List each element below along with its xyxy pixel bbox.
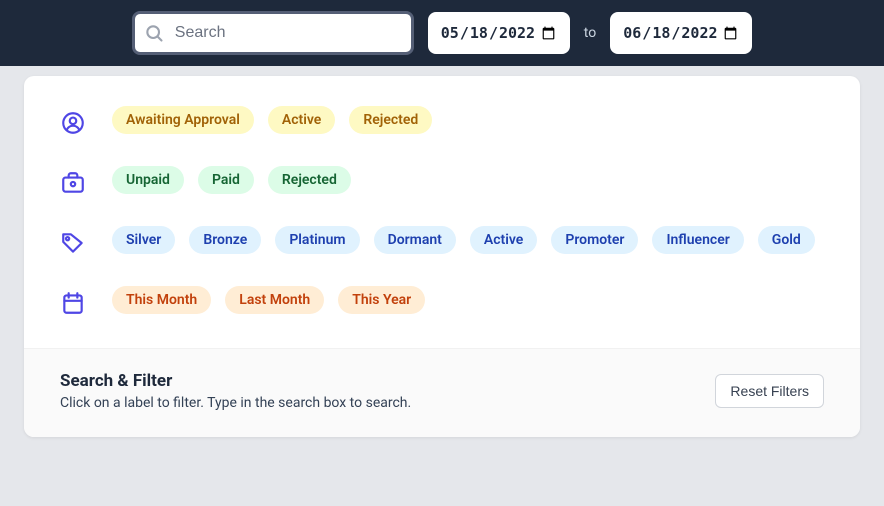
chip-silver[interactable]: Silver <box>112 226 175 254</box>
chip-paid[interactable]: Paid <box>198 166 254 194</box>
footer-text: Search & Filter Click on a label to filt… <box>60 371 411 411</box>
reset-filters-button[interactable]: Reset Filters <box>715 374 824 408</box>
user-circle-icon <box>60 110 86 136</box>
tag-icon <box>60 230 86 256</box>
calendar-icon <box>60 290 86 316</box>
chip-this-year[interactable]: This Year <box>338 286 425 314</box>
chip-influencer[interactable]: Influencer <box>652 226 743 254</box>
footer-title: Search & Filter <box>60 371 411 391</box>
chip-bronze[interactable]: Bronze <box>189 226 261 254</box>
footer-subtitle: Click on a label to filter. Type in the … <box>60 395 411 411</box>
filter-row-approval: Awaiting Approval Active Rejected <box>60 106 824 136</box>
payment-chips: Unpaid Paid Rejected <box>112 166 351 194</box>
chip-tag-active[interactable]: Active <box>470 226 537 254</box>
chip-payment-rejected[interactable]: Rejected <box>268 166 351 194</box>
chip-active[interactable]: Active <box>268 106 335 134</box>
chip-dormant[interactable]: Dormant <box>374 226 456 254</box>
card-footer: Search & Filter Click on a label to filt… <box>24 348 860 437</box>
header-bar: to <box>0 0 884 66</box>
tag-chips: Silver Bronze Platinum Dormant Active Pr… <box>112 226 815 254</box>
to-label: to <box>584 25 596 41</box>
filter-row-tags: Silver Bronze Platinum Dormant Active Pr… <box>60 226 824 256</box>
date-chips: This Month Last Month This Year <box>112 286 425 314</box>
search-input[interactable] <box>132 11 414 55</box>
filter-row-payment: Unpaid Paid Rejected <box>60 166 824 196</box>
filter-body: Awaiting Approval Active Rejected Unpaid… <box>24 76 860 348</box>
filter-card: Awaiting Approval Active Rejected Unpaid… <box>24 76 860 437</box>
filter-row-dates: This Month Last Month This Year <box>60 286 824 316</box>
chip-platinum[interactable]: Platinum <box>275 226 359 254</box>
chip-this-month[interactable]: This Month <box>112 286 211 314</box>
chip-promoter[interactable]: Promoter <box>551 226 638 254</box>
date-from-input[interactable] <box>428 12 570 54</box>
search-wrapper <box>132 11 414 55</box>
search-icon <box>144 23 164 43</box>
briefcase-icon <box>60 170 86 196</box>
chip-unpaid[interactable]: Unpaid <box>112 166 184 194</box>
approval-chips: Awaiting Approval Active Rejected <box>112 106 432 134</box>
date-to-input[interactable] <box>610 12 752 54</box>
chip-rejected[interactable]: Rejected <box>349 106 432 134</box>
chip-awaiting-approval[interactable]: Awaiting Approval <box>112 106 254 134</box>
chip-last-month[interactable]: Last Month <box>225 286 324 314</box>
chip-gold[interactable]: Gold <box>758 226 815 254</box>
